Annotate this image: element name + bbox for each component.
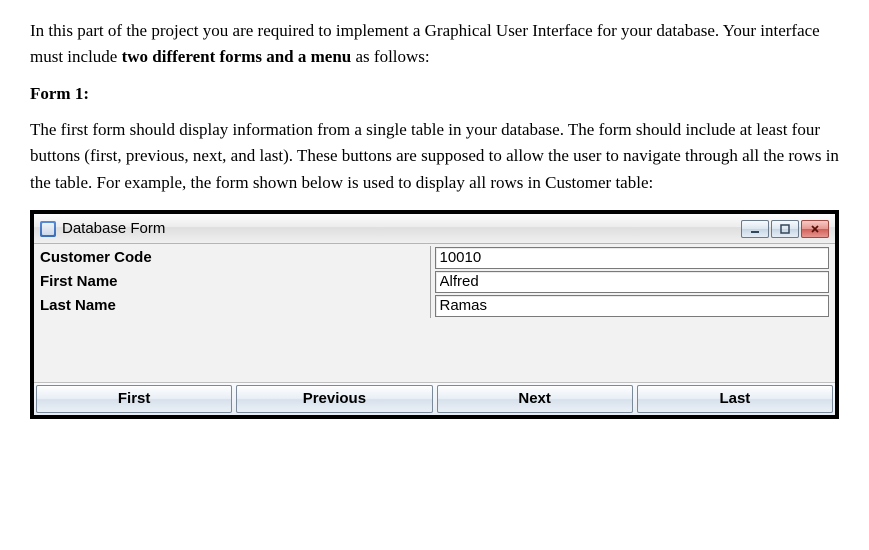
window-controls <box>741 220 829 238</box>
previous-button[interactable]: Previous <box>236 385 432 413</box>
window-titlebar: Database Form <box>34 214 835 244</box>
input-last-name[interactable] <box>435 295 830 317</box>
label-first-name: First Name <box>40 270 430 294</box>
form-content: Customer Code First Name Last Name <box>34 244 835 382</box>
close-icon <box>809 224 821 234</box>
input-first-name[interactable] <box>435 271 830 293</box>
window-title: Database Form <box>62 217 165 240</box>
next-button[interactable]: Next <box>437 385 633 413</box>
row-customer-code: Customer Code <box>40 246 829 270</box>
intro-bold: two different forms and a menu <box>122 47 352 66</box>
minimize-icon <box>749 224 761 234</box>
first-button[interactable]: First <box>36 385 232 413</box>
intro-suffix: as follows: <box>351 47 429 66</box>
input-customer-code[interactable] <box>435 247 830 269</box>
label-customer-code: Customer Code <box>40 246 430 270</box>
java-app-icon <box>40 221 56 237</box>
last-button[interactable]: Last <box>637 385 833 413</box>
intro-paragraph: In this part of the project you are requ… <box>30 18 839 71</box>
form1-heading: Form 1: <box>30 81 839 107</box>
maximize-icon <box>779 224 791 234</box>
label-last-name: Last Name <box>40 294 430 318</box>
close-button[interactable] <box>801 220 829 238</box>
navigation-button-bar: First Previous Next Last <box>34 382 835 415</box>
fields-table: Customer Code First Name Last Name <box>40 246 829 382</box>
row-last-name: Last Name <box>40 294 829 318</box>
database-form-window: Database Form Cust <box>30 210 839 419</box>
minimize-button[interactable] <box>741 220 769 238</box>
maximize-button[interactable] <box>771 220 799 238</box>
instruction-block: In this part of the project you are requ… <box>30 18 839 196</box>
form1-body: The first form should display informatio… <box>30 117 839 196</box>
row-first-name: First Name <box>40 270 829 294</box>
